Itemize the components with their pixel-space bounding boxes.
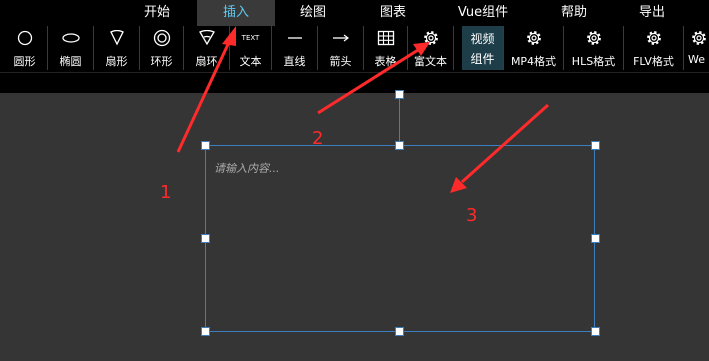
tool-sector-ring[interactable]: 扇环 [184,26,230,70]
tool-label: 表格 [374,55,397,68]
resize-handle-top[interactable] [395,141,404,150]
menu-item-chart[interactable]: 图表 [363,0,423,26]
tool-sector[interactable]: 扇形 [94,26,140,70]
video-component-group: 视频 组件 [462,26,504,70]
tool-label: FLV格式 [633,55,674,68]
tool-text[interactable]: TEXT 文本 [230,26,272,70]
tool-label: 扇形 [105,55,128,68]
gear-icon [408,29,453,47]
annotation-label-3: 3 [466,205,478,226]
rotation-handle[interactable] [395,90,404,99]
menu-item-start[interactable]: 开始 [127,0,187,26]
text-box[interactable]: 请输入内容... [205,145,595,332]
text-icon: TEXT [241,34,260,42]
tool-ellipse[interactable]: 椭圆 [48,26,94,70]
sector-ring-icon [184,29,229,47]
tool-arrow[interactable]: 箭头 [318,26,364,70]
tool-label: 文本 [239,55,262,68]
tool-label: 圆形 [13,55,36,68]
video-group-label-line1: 视频 [470,32,495,46]
video-group-label-line2: 组件 [470,52,495,66]
circle-icon [2,29,47,47]
tool-label: 箭头 [329,55,352,68]
tool-label: 直线 [283,55,306,68]
tool-mp4[interactable]: MP4格式 [504,26,564,70]
gear-icon [624,29,683,47]
tool-ring[interactable]: 环形 [140,26,184,70]
menu-bar: 开始 插入 绘图 图表 Vue组件 帮助 导出 [0,0,709,26]
text-box-placeholder[interactable]: 请输入内容... [214,160,280,176]
menu-item-export[interactable]: 导出 [622,0,682,26]
tool-circle[interactable]: 圆形 [2,26,48,70]
tool-table[interactable]: 表格 [364,26,408,70]
menu-item-insert[interactable]: 插入 [197,0,275,26]
gear-icon [564,29,623,47]
toolbar-bottom-strip [0,73,709,93]
resize-handle-right[interactable] [591,234,600,243]
tool-label: 环形 [150,55,173,68]
line-icon [272,29,317,47]
resize-handle-left[interactable] [201,234,210,243]
insert-toolbar: 圆形 椭圆 扇形 环形 扇环 TEXT 文本 直线 箭头 表格 富文本 视频 组… [0,26,709,73]
tool-flv[interactable]: FLV格式 [624,26,684,70]
menu-item-vue-components[interactable]: Vue组件 [446,0,520,26]
resize-handle-top-left[interactable] [201,141,210,150]
arrow-icon [318,29,363,47]
tool-label: 椭圆 [59,55,82,68]
menu-item-draw[interactable]: 绘图 [283,0,343,26]
tool-line[interactable]: 直线 [272,26,318,70]
resize-handle-top-right[interactable] [591,141,600,150]
tool-web[interactable]: We [684,26,709,70]
ellipse-icon [48,29,93,47]
annotation-label-2: 2 [312,128,324,149]
resize-handle-bottom[interactable] [395,327,404,336]
resize-handle-bottom-right[interactable] [591,327,600,336]
tool-hls[interactable]: HLS格式 [564,26,624,70]
rotation-handle-line [399,99,400,145]
tool-label: 扇环 [195,55,218,68]
tool-label: 富文本 [414,55,447,68]
gear-icon [690,29,709,47]
menu-item-help[interactable]: 帮助 [544,0,604,26]
annotation-label-1: 1 [160,182,172,203]
ring-icon [140,29,183,47]
resize-handle-bottom-left[interactable] [201,327,210,336]
table-icon [364,29,407,47]
tool-rich-text[interactable]: 富文本 [408,26,454,70]
tool-label: MP4格式 [510,55,557,68]
gear-icon [504,29,563,47]
tool-label: We [688,53,705,66]
tool-label: HLS格式 [571,55,616,68]
sector-icon [94,29,139,47]
